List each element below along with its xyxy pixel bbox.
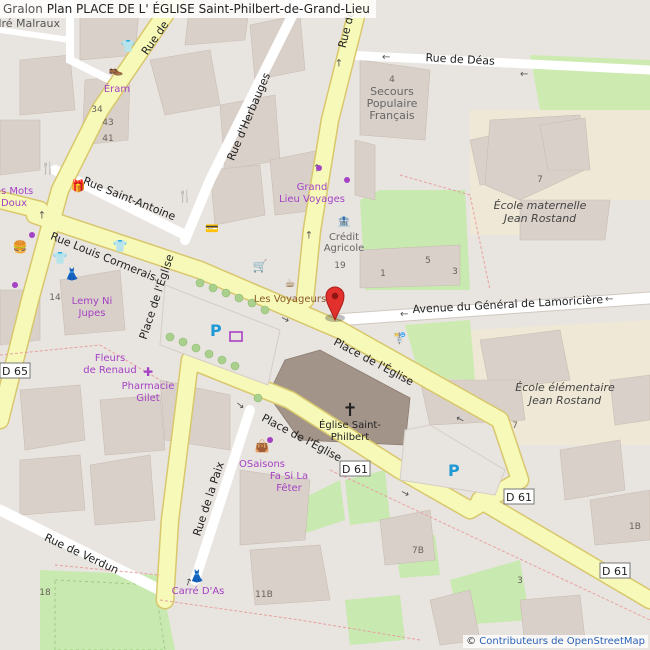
clothes-icon: 👕 — [121, 39, 136, 53]
place-label: Crédit — [329, 231, 359, 243]
restaurant-icon: 🍴 — [178, 189, 193, 203]
atm-icon: 💳 — [205, 222, 219, 235]
place-label: Philbert — [331, 432, 370, 443]
title-text: Plan PLACE DE L' ÉGLISE Saint-Philbert-d… — [46, 2, 370, 16]
bank-icon: 🏦 — [337, 215, 351, 228]
shop-icon: 👗 — [190, 569, 205, 583]
place-label: Jean Rostand — [527, 394, 602, 407]
place-label: Doux — [1, 198, 27, 209]
attribution-link[interactable]: Contributeurs de OpenStreetMap — [479, 636, 645, 647]
place-label: de Renaud — [83, 365, 136, 376]
house-number: 43 — [102, 118, 113, 128]
clothes-icon: 👗 — [65, 267, 80, 281]
place-label: Lemy Ni — [72, 296, 113, 307]
place-label: es Mots — [0, 186, 33, 197]
svg-text:←: ← — [605, 294, 613, 305]
restaurant-icon: 🍴 — [41, 161, 56, 175]
road-ref: D 65 — [2, 365, 28, 378]
house-number: 1 — [380, 269, 386, 279]
map-canvas[interactable]: Rue de Déas Avenue du Général de Lamoric… — [0, 0, 650, 650]
place-label: Grand — [297, 182, 328, 193]
place-label: Gilet — [136, 393, 159, 404]
shoe-icon: 👞 — [109, 62, 124, 76]
app-name: Gralon — [3, 2, 43, 16]
place-label: André Malraux — [0, 17, 61, 30]
bus-stop-icon: 🚏 — [393, 332, 407, 345]
poi-dot — [344, 177, 350, 183]
location-marker-icon[interactable] — [325, 286, 345, 322]
road-ref: D 61 — [602, 565, 628, 578]
house-number: 7B — [412, 546, 424, 556]
place-label: OSaisons — [239, 459, 285, 470]
place-label: Français — [369, 109, 415, 122]
copyright-symbol: © — [466, 636, 477, 647]
poi-dot — [316, 165, 322, 171]
place-label: Éram — [104, 82, 130, 95]
house-number: 5 — [425, 256, 431, 266]
svg-text:←: ← — [382, 52, 390, 63]
place-label: Pharmacie — [122, 381, 175, 392]
place-label: Fleurs — [95, 353, 125, 364]
poi-dot — [29, 232, 35, 238]
house-number: 1B — [629, 522, 641, 532]
svg-text:←: ← — [520, 69, 528, 80]
house-number: 14 — [49, 293, 61, 303]
cafe-icon: ☕ — [285, 276, 296, 290]
road-ref: D 61 — [506, 491, 532, 504]
place-label: Jean Rostand — [502, 212, 577, 225]
svg-text:←: ← — [400, 309, 408, 320]
clothes-icon: 👕 — [113, 239, 128, 253]
map-attribution: © Contributeurs de OpenStreetMap — [463, 635, 648, 648]
fastfood-icon: 🍔 — [13, 240, 28, 254]
house-number: 11B — [255, 590, 273, 600]
house-number: 7 — [537, 175, 543, 185]
house-number: 34 — [91, 105, 103, 115]
house-number: 7 — [512, 421, 518, 431]
road-ref: D 61 — [342, 463, 368, 476]
place-label: Fêter — [276, 482, 302, 494]
place-label: Carré D'As — [172, 585, 225, 597]
place-label: Jupes — [78, 308, 106, 319]
clothes-icon: 👕 — [53, 251, 68, 265]
church-cross-icon: ✝ — [342, 400, 357, 421]
basket-icon: 🛒 — [253, 259, 268, 273]
place-label: Lieu Voyages — [279, 194, 345, 205]
house-number: 3 — [517, 576, 523, 586]
place-label: École maternelle — [494, 199, 587, 212]
svg-text:→: → — [37, 211, 48, 219]
house-number: 4 — [389, 75, 395, 85]
place-label: École élémentaire — [515, 381, 615, 394]
parking-icon: P — [210, 321, 222, 340]
place-label: Fa Si La — [270, 471, 308, 482]
place-label: Agricole — [324, 243, 365, 254]
place-label: Les Voyageurs — [254, 294, 326, 305]
svg-text:→: → — [304, 231, 315, 239]
page-title: Gralon Plan PLACE DE L' ÉGLISE Saint-Phi… — [0, 0, 376, 18]
poi-dot — [267, 437, 273, 443]
svg-text:→: → — [334, 59, 345, 67]
house-number: 19 — [334, 261, 346, 271]
house-number: 41 — [102, 134, 113, 144]
house-number: 3 — [452, 267, 458, 277]
poi-dot — [12, 282, 18, 288]
gift-icon: 🎁 — [71, 179, 86, 193]
parking-icon: P — [448, 461, 460, 480]
house-number: 18 — [39, 588, 51, 598]
pharmacy-icon: ✚ — [143, 365, 153, 379]
